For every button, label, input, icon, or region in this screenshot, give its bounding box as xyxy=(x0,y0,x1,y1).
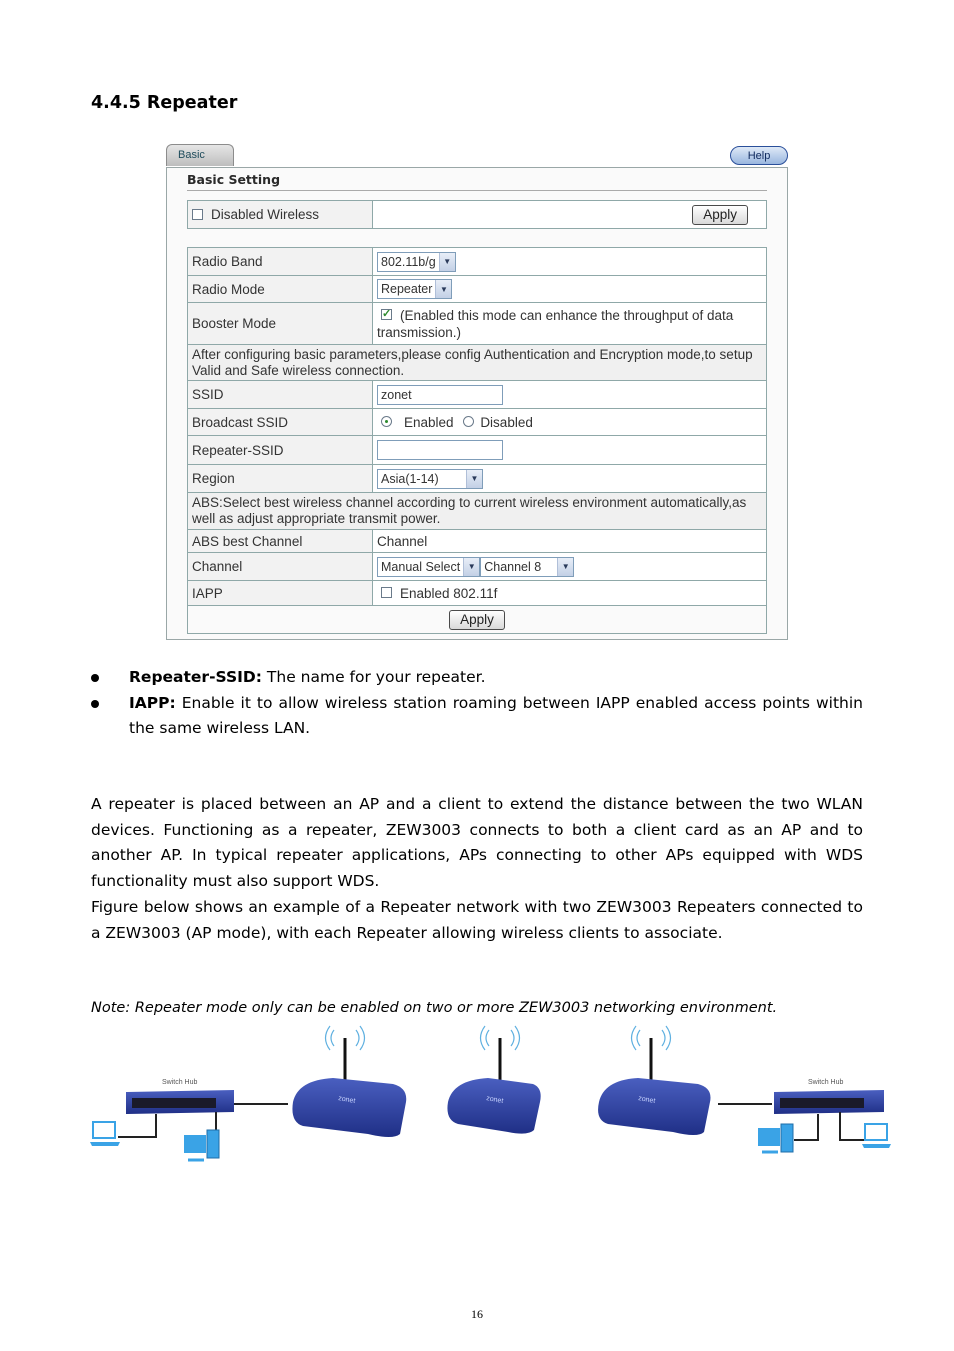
switch-hub-left: Switch Hub xyxy=(126,1079,234,1114)
row-broadcast-ssid: Broadcast SSID Enabled Disabled xyxy=(187,408,767,436)
channel-label: Channel xyxy=(187,552,373,581)
cable xyxy=(839,1112,864,1141)
broadcast-enabled-radio[interactable] xyxy=(381,416,392,428)
heading-divider xyxy=(187,190,767,191)
switch-hub-right-label: Switch Hub xyxy=(808,1079,844,1086)
channel-mode-select[interactable]: Manual Select ▼ xyxy=(377,556,481,577)
bullet-term: IAPP: xyxy=(129,693,176,712)
settings-table: Radio Band 802.11b/g ▼ Radio Mode Repeate… xyxy=(187,247,767,634)
cable xyxy=(118,1114,157,1138)
abs-best-channel-label: ABS best Channel xyxy=(187,529,373,553)
chevron-down-icon: ▼ xyxy=(557,557,574,576)
desktop-computer-icon xyxy=(758,1123,794,1154)
row-radio-mode: Radio Mode Repeater ▼ xyxy=(187,275,767,303)
config-note: After configuring basic parameters,pleas… xyxy=(187,344,767,381)
list-item: IAPP: Enable it to allow wireless statio… xyxy=(91,691,863,742)
basic-setting-panel: Basic Setting Disabled Wireless Apply Ra… xyxy=(166,167,788,640)
switch-hub-left-label: Switch Hub xyxy=(162,1079,198,1086)
chevron-down-icon: ▼ xyxy=(463,557,480,576)
abs-note: ABS:Select best wireless channel accordi… xyxy=(187,492,767,530)
bullet-dot xyxy=(91,674,99,682)
radio-mode-select[interactable]: Repeater ▼ xyxy=(377,279,453,299)
disabled-wireless-label: Disabled Wireless xyxy=(211,207,320,222)
abs-best-channel-value: Channel xyxy=(372,529,767,553)
bullet-list: Repeater-SSID: The name for your repeate… xyxy=(91,665,863,742)
note-text: Note: Repeater mode only can be enabled … xyxy=(91,1000,778,1016)
repeater-network-diagram: Switch Hub zonet zonet zonet Switch Hub xyxy=(90,1025,891,1162)
switch-hub-right: Switch Hub xyxy=(774,1079,884,1114)
laptop-icon xyxy=(90,1121,120,1146)
channel-number-select[interactable]: Channel 8 ▼ xyxy=(480,556,575,577)
row-channel: Channel Manual Select ▼ Channel 8 ▼ xyxy=(187,552,767,581)
row-radio-band: Radio Band 802.11b/g ▼ xyxy=(187,247,767,276)
row-repeater-ssid: Repeater-SSID xyxy=(187,435,767,465)
router-repeater-icon: zonet xyxy=(598,1025,711,1135)
section-title: 4.4.5 Repeater xyxy=(91,93,238,113)
list-item: Repeater-SSID: The name for your repeate… xyxy=(91,665,863,691)
cable xyxy=(794,1114,819,1141)
apply-top-button[interactable]: Apply xyxy=(692,204,748,225)
booster-mode-label: Booster Mode xyxy=(187,302,373,345)
repeater-ssid-label: Repeater-SSID xyxy=(187,435,373,465)
row-abs-best-channel: ABS best Channel Channel xyxy=(187,529,767,553)
page-number: 16 xyxy=(471,1307,483,1321)
broadcast-disabled-label: Disabled xyxy=(480,414,533,430)
row-apply: Apply xyxy=(187,605,767,634)
router-ap-icon: zonet xyxy=(292,1025,407,1137)
body-text: A repeater is placed between an AP and a… xyxy=(91,792,863,946)
apply-bottom-button[interactable]: Apply xyxy=(449,609,505,630)
repeater-ssid-input[interactable] xyxy=(377,440,503,460)
disabled-wireless-checkbox[interactable] xyxy=(192,208,203,220)
radio-mode-label: Radio Mode xyxy=(187,275,373,303)
booster-mode-checkbox[interactable] xyxy=(381,306,392,323)
paragraph: Figure below shows an example of a Repea… xyxy=(91,897,863,942)
row-booster-mode: Booster Mode (Enabled this mode can enha… xyxy=(187,302,767,345)
router-repeater-icon: zonet xyxy=(447,1025,541,1134)
row-ssid: SSID zonet xyxy=(187,380,767,409)
iapp-checkbox[interactable] xyxy=(381,587,392,599)
row-iapp: IAPP Enabled 802.11f xyxy=(187,580,767,606)
ssid-label: SSID xyxy=(187,380,373,409)
iapp-checkbox-label: Enabled 802.11f xyxy=(400,585,498,601)
paragraph: A repeater is placed between an AP and a… xyxy=(91,795,863,891)
row-abs-note: ABS:Select best wireless channel accordi… xyxy=(187,492,767,530)
broadcast-ssid-label: Broadcast SSID xyxy=(187,408,373,436)
help-button[interactable]: Help xyxy=(730,146,788,165)
region-label: Region xyxy=(187,464,373,493)
disabled-wireless-cell: Disabled Wireless xyxy=(187,200,373,229)
region-select[interactable]: Asia(1-14) ▼ xyxy=(377,468,483,489)
desktop-computer-icon xyxy=(184,1129,220,1162)
panel-heading: Basic Setting xyxy=(187,172,281,187)
apply-cell: Apply xyxy=(372,200,767,229)
row-region: Region Asia(1-14) ▼ xyxy=(187,464,767,493)
chevron-down-icon: ▼ xyxy=(435,280,452,298)
broadcast-disabled-radio[interactable] xyxy=(463,416,475,428)
iapp-label: IAPP xyxy=(187,580,373,606)
bullet-text: The name for your repeater. xyxy=(261,668,486,686)
laptop-icon xyxy=(862,1123,891,1148)
ssid-input[interactable]: zonet xyxy=(377,384,503,405)
bullet-dot xyxy=(91,699,99,708)
tab-basic[interactable]: Basic xyxy=(166,144,234,166)
booster-mode-text: (Enabled this mode can enhance the throu… xyxy=(377,307,734,340)
broadcast-enabled-label: Enabled xyxy=(404,414,454,430)
bullet-term: Repeater-SSID: xyxy=(129,668,262,686)
chevron-down-icon: ▼ xyxy=(466,469,482,488)
row-config-note: After configuring basic parameters,pleas… xyxy=(187,344,767,381)
radio-band-select[interactable]: 802.11b/g ▼ xyxy=(377,251,456,272)
chevron-down-icon: ▼ xyxy=(438,252,455,271)
disabled-wireless-table: Disabled Wireless Apply xyxy=(187,200,767,229)
bullet-text: Enable it to allow wireless station roam… xyxy=(129,693,863,738)
router-settings-screenshot: Basic Help Basic Setting Disabled Wirele… xyxy=(166,142,788,640)
radio-band-label: Radio Band xyxy=(187,247,373,276)
